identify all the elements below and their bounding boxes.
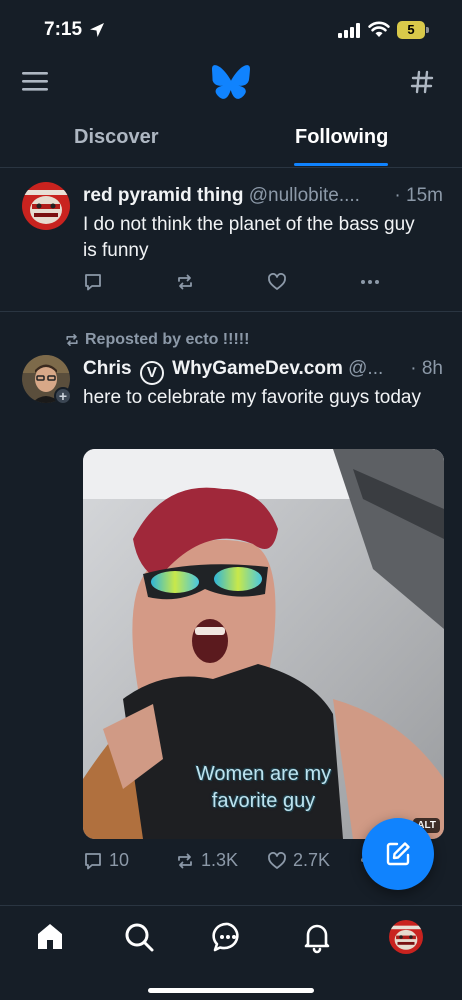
avatar[interactable] bbox=[22, 182, 70, 230]
bottom-navigation bbox=[0, 905, 462, 1000]
bell-icon bbox=[304, 924, 330, 954]
repost-icon bbox=[178, 274, 192, 290]
author-display-name-rest[interactable]: WhyGameDev.com bbox=[172, 358, 343, 379]
location-arrow-icon bbox=[90, 23, 104, 37]
nav-search[interactable] bbox=[122, 920, 156, 954]
feed-tabs: Discover Following bbox=[0, 112, 462, 168]
search-icon bbox=[125, 923, 154, 952]
butterfly-logo-icon[interactable] bbox=[212, 65, 250, 99]
repost-button[interactable] bbox=[175, 272, 195, 292]
compose-post-button[interactable] bbox=[362, 818, 434, 890]
active-tab-indicator bbox=[294, 163, 388, 166]
hamburger-menu-icon[interactable] bbox=[22, 70, 48, 92]
battery-icon: 5 bbox=[397, 21, 429, 39]
verified-badge-icon: V bbox=[139, 361, 164, 385]
post-text: here to celebrate my favorite guys today bbox=[83, 387, 421, 408]
post-text: I do not think the planet of the bass gu… bbox=[83, 214, 415, 261]
heart-icon bbox=[268, 273, 286, 290]
post-time[interactable]: · 8h bbox=[410, 358, 443, 380]
author-display-name[interactable]: red pyramid thing bbox=[83, 185, 243, 206]
post-time[interactable]: · 15m bbox=[394, 185, 443, 207]
feed-post[interactable]: Reposted by ecto !!!!! + Chris V WhyGame… bbox=[0, 312, 462, 905]
hashtag-icon[interactable] bbox=[410, 70, 434, 94]
post-author-line: red pyramid thing @nullobite.... bbox=[83, 185, 393, 207]
repost-icon bbox=[178, 853, 192, 868]
avatar-image bbox=[22, 182, 70, 230]
author-handle[interactable]: @... bbox=[348, 358, 383, 379]
author-handle[interactable]: @nullobite.... bbox=[249, 185, 360, 206]
repost-icon bbox=[66, 334, 78, 346]
repost-indicator[interactable]: Reposted by ecto !!!!! bbox=[64, 331, 249, 349]
like-count: 2.7K bbox=[293, 850, 331, 870]
top-bar bbox=[0, 60, 462, 110]
wifi-icon bbox=[368, 21, 390, 37]
compose-pencil-icon bbox=[386, 842, 410, 866]
reply-button[interactable]: 10 bbox=[83, 850, 129, 871]
profile-avatar bbox=[389, 920, 423, 954]
post-actions bbox=[83, 272, 403, 296]
chat-icon bbox=[212, 922, 239, 952]
cellular-signal-icon bbox=[338, 23, 360, 38]
tab-discover[interactable]: Discover bbox=[74, 126, 159, 149]
heart-icon bbox=[268, 851, 286, 869]
repost-count: 1.3K bbox=[201, 850, 239, 870]
video-caption-line-1: Women are my bbox=[195, 763, 332, 785]
more-options-button[interactable] bbox=[359, 272, 381, 292]
post-media-video[interactable]: Women are my favorite guy ALT bbox=[83, 449, 444, 839]
follow-plus-icon[interactable]: + bbox=[54, 387, 72, 405]
video-caption-line-2: favorite guy bbox=[211, 790, 316, 812]
ellipsis-icon bbox=[361, 280, 379, 284]
nav-profile[interactable] bbox=[389, 920, 423, 954]
status-bar: 7:15 5 bbox=[0, 0, 462, 60]
like-button[interactable]: 2.7K bbox=[267, 850, 330, 871]
battery-level: 5 bbox=[397, 21, 425, 39]
author-display-name-first[interactable]: Chris bbox=[83, 358, 132, 379]
nav-chat[interactable] bbox=[211, 920, 245, 954]
reply-count: 10 bbox=[109, 850, 130, 870]
post-author-line: Chris V WhyGameDev.com @... bbox=[83, 358, 401, 385]
nav-notifications[interactable] bbox=[300, 920, 334, 954]
reply-icon bbox=[85, 852, 101, 869]
like-button[interactable] bbox=[267, 272, 287, 292]
repost-label: Reposted by ecto !!!!! bbox=[85, 331, 250, 348]
reply-icon bbox=[85, 274, 101, 291]
feed-post[interactable]: red pyramid thing @nullobite.... · 15m I… bbox=[0, 168, 462, 312]
home-indicator bbox=[148, 988, 314, 993]
tab-following[interactable]: Following bbox=[295, 126, 388, 149]
repost-button[interactable]: 1.3K bbox=[175, 850, 238, 871]
home-icon bbox=[38, 924, 62, 949]
status-time: 7:15 bbox=[44, 19, 83, 40]
nav-home[interactable] bbox=[33, 920, 67, 954]
post-actions: 10 1.3K 2.7K bbox=[83, 850, 403, 874]
reply-button[interactable] bbox=[83, 272, 103, 292]
